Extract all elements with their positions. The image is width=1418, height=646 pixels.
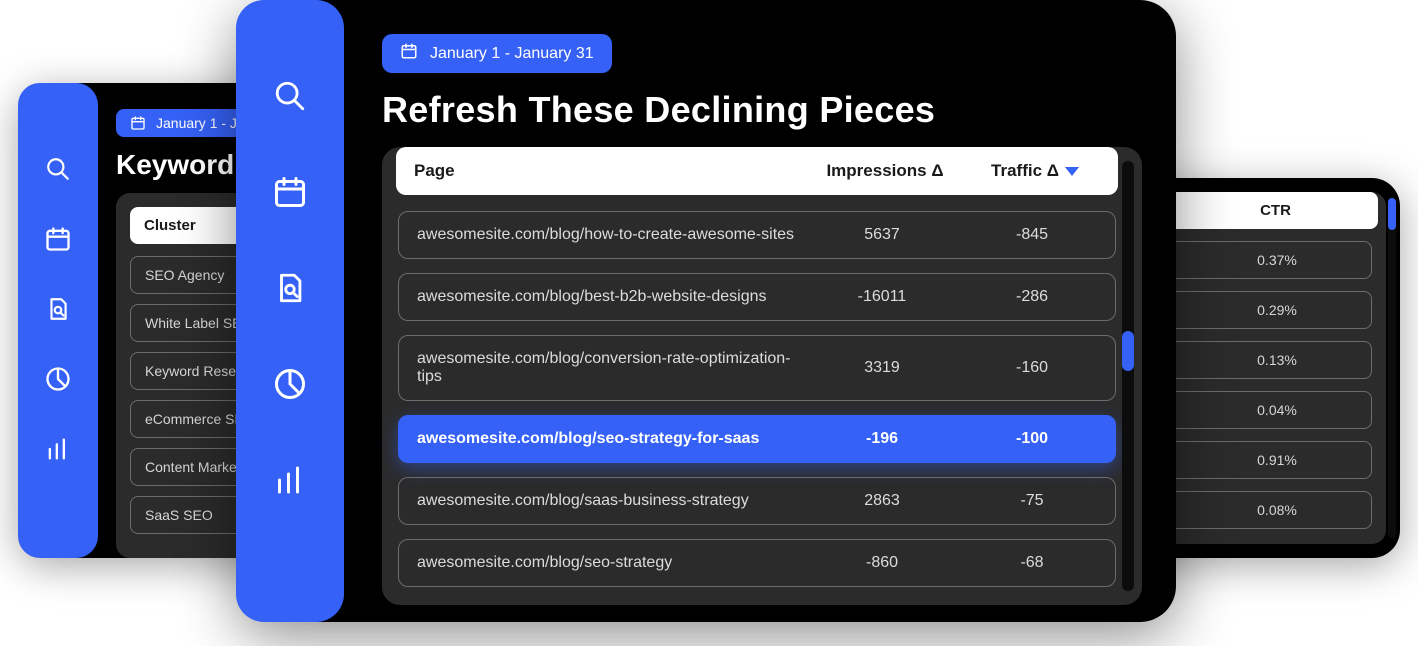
page-row[interactable]: awesomesite.com/blog/how-to-create-aweso…: [398, 211, 1116, 259]
calendar-icon[interactable]: [42, 223, 74, 255]
ctr-value: 0.13%: [1189, 352, 1365, 368]
impressions-delta: 5637: [797, 226, 967, 244]
scrollbar[interactable]: [1122, 161, 1134, 591]
impressions-delta: 3319: [797, 359, 967, 377]
column-header-traffic[interactable]: Traffic Δ: [970, 161, 1100, 181]
search-icon[interactable]: [270, 76, 310, 116]
page-row[interactable]: awesomesite.com/blog/conversion-rate-opt…: [398, 335, 1116, 401]
page-url: awesomesite.com/blog/seo-strategy: [417, 554, 797, 572]
page-row[interactable]: awesomesite.com/blog/saas-business-strat…: [398, 477, 1116, 525]
date-range-badge-small[interactable]: January 1 - J: [116, 109, 251, 137]
page-url: awesomesite.com/blog/how-to-create-aweso…: [417, 226, 797, 244]
table-header-row: Page Impressions Δ Traffic Δ: [396, 147, 1118, 195]
page-title: Refresh These Declining Pieces: [382, 89, 1142, 131]
document-search-icon[interactable]: [42, 293, 74, 325]
traffic-delta: -75: [967, 492, 1097, 510]
date-range-badge[interactable]: January 1 - January 31: [382, 34, 612, 73]
scrollbar-thumb[interactable]: [1122, 331, 1134, 371]
page-row[interactable]: awesomesite.com/blog/seo-strategy-for-sa…: [398, 415, 1116, 463]
pages-panel: Page Impressions Δ Traffic Δ awesomesite…: [382, 147, 1142, 605]
page-url: awesomesite.com/blog/conversion-rate-opt…: [417, 350, 797, 386]
calendar-icon: [130, 115, 146, 131]
ctr-value: 0.08%: [1189, 502, 1365, 518]
declining-pages-card: January 1 - January 31 Refresh These Dec…: [236, 0, 1176, 622]
document-search-icon[interactable]: [270, 268, 310, 308]
impressions-delta: -16011: [797, 288, 967, 306]
page-url: awesomesite.com/blog/best-b2b-website-de…: [417, 288, 797, 306]
impressions-delta: 2863: [797, 492, 967, 510]
column-header-impressions[interactable]: Impressions Δ: [800, 161, 970, 181]
ctr-value: 0.29%: [1189, 302, 1365, 318]
ctr-value: 0.04%: [1189, 402, 1365, 418]
date-range-label: January 1 - J: [156, 115, 237, 131]
ctr-value: 0.91%: [1189, 452, 1365, 468]
traffic-delta: -160: [967, 359, 1097, 377]
calendar-icon[interactable]: [270, 172, 310, 212]
traffic-delta: -286: [967, 288, 1097, 306]
traffic-delta: -100: [967, 430, 1097, 448]
ctr-value: 0.37%: [1189, 252, 1365, 268]
column-header-ctr[interactable]: CTR: [1189, 202, 1362, 219]
bar-chart-icon[interactable]: [270, 460, 310, 500]
sidebar-small: [18, 83, 98, 558]
pie-chart-icon[interactable]: [270, 364, 310, 404]
calendar-icon: [400, 42, 418, 65]
traffic-delta: -68: [967, 554, 1097, 572]
page-url: awesomesite.com/blog/seo-strategy-for-sa…: [417, 430, 797, 448]
sidebar-main: [236, 0, 344, 622]
traffic-delta: -845: [967, 226, 1097, 244]
sort-desc-icon: [1065, 167, 1079, 176]
pie-chart-icon[interactable]: [42, 363, 74, 395]
impressions-delta: -860: [797, 554, 967, 572]
column-header-page[interactable]: Page: [414, 161, 800, 181]
scrollbar[interactable]: [1388, 198, 1396, 538]
page-row[interactable]: awesomesite.com/blog/best-b2b-website-de…: [398, 273, 1116, 321]
impressions-delta: -196: [797, 430, 967, 448]
date-range-label: January 1 - January 31: [430, 45, 594, 63]
page-url: awesomesite.com/blog/saas-business-strat…: [417, 492, 797, 510]
page-row[interactable]: awesomesite.com/blog/seo-strategy-860-68: [398, 539, 1116, 587]
search-icon[interactable]: [42, 153, 74, 185]
bar-chart-icon[interactable]: [42, 433, 74, 465]
scrollbar-thumb[interactable]: [1388, 198, 1396, 230]
